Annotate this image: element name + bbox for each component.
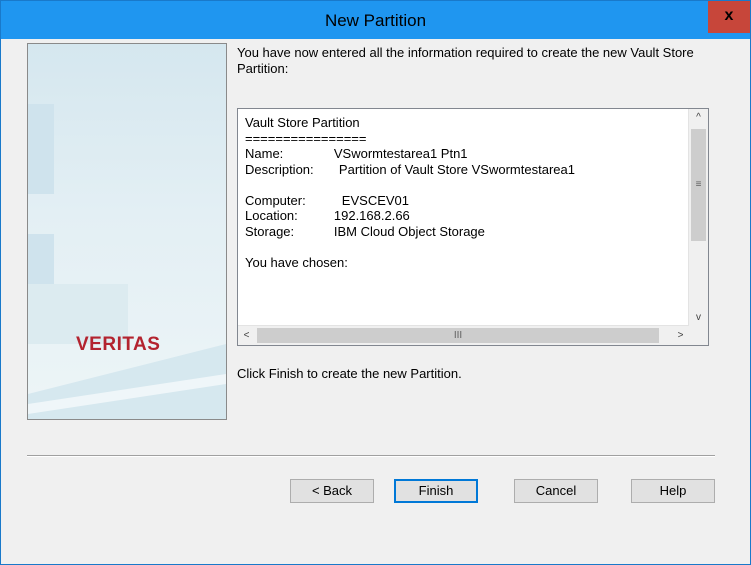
window-title: New Partition: [324, 11, 427, 30]
back-button[interactable]: < Back: [290, 479, 374, 503]
scroll-down-icon[interactable]: v: [689, 309, 708, 326]
title-bar[interactable]: New Partition x: [1, 1, 750, 39]
cancel-button[interactable]: Cancel: [514, 479, 598, 503]
scroll-left-icon[interactable]: <: [238, 326, 255, 345]
summary-textbox[interactable]: Vault Store Partition ================ N…: [237, 108, 709, 346]
finish-button[interactable]: Finish: [394, 479, 478, 503]
side-panel-swoosh: [28, 344, 226, 419]
vertical-scroll-thumb[interactable]: ≡: [691, 129, 706, 241]
scroll-right-icon[interactable]: >: [672, 326, 689, 345]
finish-instruction: Click Finish to create the new Partition…: [237, 366, 462, 381]
horizontal-scrollbar[interactable]: < III >: [238, 325, 689, 345]
wizard-side-panel: VERITAS: [27, 43, 227, 420]
vertical-scrollbar[interactable]: ^ ≡ v: [688, 109, 708, 326]
help-button[interactable]: Help: [631, 479, 715, 503]
horizontal-scroll-thumb[interactable]: III: [257, 328, 659, 343]
veritas-logo: VERITAS: [76, 334, 161, 355]
new-partition-dialog: New Partition x VERITAS You have now ent…: [0, 0, 751, 565]
scroll-up-icon[interactable]: ^: [689, 109, 708, 126]
divider: [27, 455, 715, 457]
scrollbar-corner: [689, 326, 708, 345]
close-button[interactable]: x: [708, 1, 750, 33]
intro-text: You have now entered all the information…: [237, 45, 694, 76]
summary-content[interactable]: Vault Store Partition ================ N…: [245, 115, 685, 315]
